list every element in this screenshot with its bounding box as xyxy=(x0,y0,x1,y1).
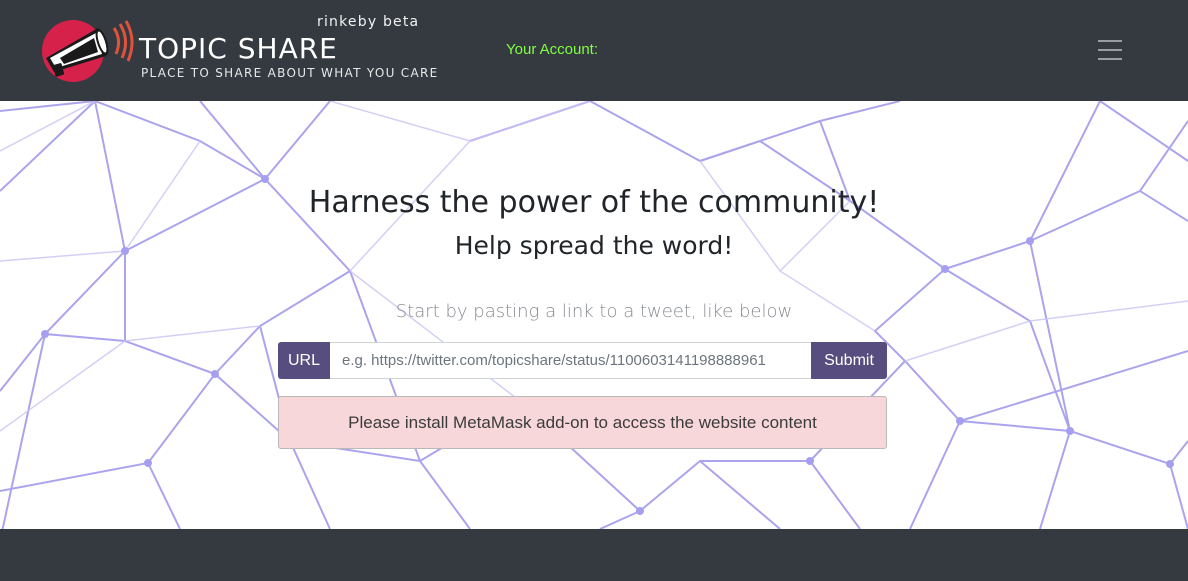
metamask-alert: Please install MetaMask add-on to access… xyxy=(278,396,887,449)
brand-title: TOPIC SHARE xyxy=(139,32,338,65)
footer xyxy=(0,529,1188,581)
brand[interactable]: rinkeby beta TOPIC SHARE PLACE TO SHARE … xyxy=(40,14,437,90)
hero-subheading: Help spread the word! xyxy=(454,231,734,260)
hero-section: Harness the power of the community! Help… xyxy=(0,101,1188,529)
brand-beta-label: rinkeby beta xyxy=(317,14,420,30)
hamburger-menu-icon[interactable] xyxy=(1088,32,1130,68)
hero-heading: Harness the power of the community! xyxy=(308,185,880,220)
url-input-group: URL Submit xyxy=(278,342,887,379)
brand-tagline: PLACE TO SHARE ABOUT WHAT YOU CARE xyxy=(141,66,439,80)
account-label: Your Account: xyxy=(506,41,599,58)
navbar: rinkeby beta TOPIC SHARE PLACE TO SHARE … xyxy=(0,0,1188,101)
hero-hint: Start by pasting a link to a tweet, like… xyxy=(395,301,793,322)
megaphone-icon xyxy=(42,20,134,82)
url-label: URL xyxy=(278,342,330,379)
submit-button[interactable]: Submit xyxy=(811,342,887,379)
tweet-url-input[interactable] xyxy=(330,342,811,379)
